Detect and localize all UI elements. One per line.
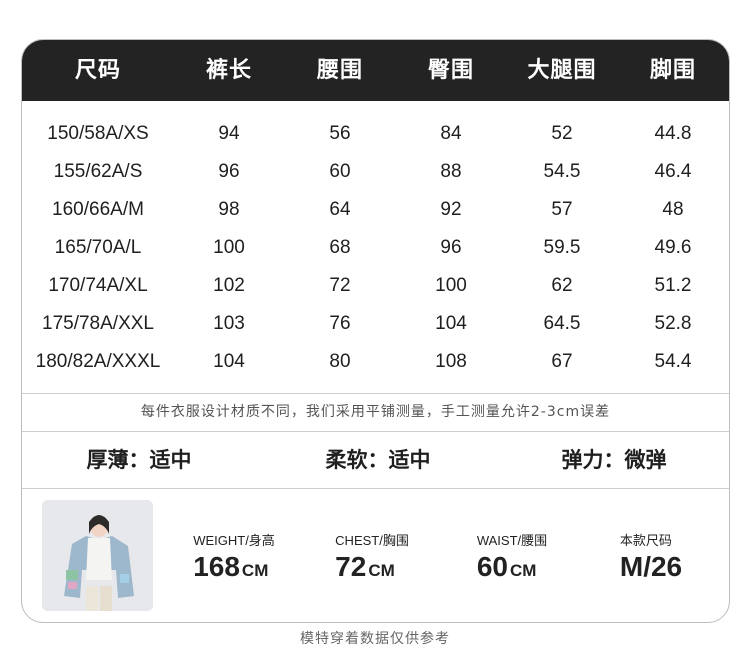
table-row: 160/66A/M 98 64 92 57 48 (22, 191, 729, 229)
header-thigh: 大腿围 (527, 58, 597, 83)
cell-thigh: 52 (551, 123, 573, 144)
cell-hip: 96 (440, 237, 462, 258)
stat-value: 72 CM (335, 551, 395, 582)
model-photo (42, 500, 153, 611)
cell-hem: 49.6 (654, 237, 692, 258)
stat-label: WEIGHT/身高 (193, 533, 275, 548)
cell-waist: 72 (329, 275, 351, 296)
cell-size: 180/82A/XXXL (35, 351, 161, 372)
stat-value: M/26 (619, 551, 683, 582)
cell-size: 175/78A/XXL (42, 313, 154, 334)
cell-hip: 104 (435, 313, 467, 334)
table-header: 尺码 裤长 腰围 臀围 大腿围 脚围 (22, 40, 729, 101)
header-waist: 腰围 (316, 58, 364, 83)
cell-size: 165/70A/L (54, 237, 142, 258)
cell-hem: 44.8 (654, 123, 692, 144)
stat-value: 60 CM (476, 551, 537, 582)
cell-thigh: 54.5 (543, 161, 581, 182)
table-row: 170/74A/XL 102 72 100 62 51.2 (22, 267, 729, 305)
cell-size: 155/62A/S (53, 161, 143, 182)
softness-property: 柔软：适中 (325, 448, 431, 472)
table-row: 175/78A/XXL 103 76 104 64.5 52.8 (22, 305, 729, 343)
stat-label: CHEST/胸围 (335, 533, 409, 548)
cell-size: 170/74A/XL (48, 275, 148, 296)
table-row: 180/82A/XXXL 104 80 108 67 54.4 (22, 343, 729, 381)
elasticity-property: 弹力：微弹 (561, 448, 667, 472)
cell-waist: 80 (329, 351, 351, 372)
cell-hem: 52.8 (654, 313, 692, 334)
cell-hip: 84 (440, 123, 462, 144)
cell-thigh: 62 (551, 275, 573, 296)
header-pant-length: 裤长 (205, 58, 253, 83)
cell-hip: 92 (440, 199, 462, 220)
header-hem: 脚围 (649, 58, 697, 83)
header-size: 尺码 (74, 58, 122, 83)
header-hip: 臀围 (427, 58, 475, 83)
stat-label: 本款尺码 (619, 533, 672, 548)
cell-size: 150/58A/XS (47, 123, 149, 144)
stat-chest: CHEST/胸围 72 CM (335, 530, 409, 583)
model-photo-illustration (42, 500, 153, 611)
table-row: 165/70A/L 100 68 96 59.5 49.6 (22, 229, 729, 267)
table-row: 150/58A/XS 94 56 84 52 44.8 (22, 115, 729, 153)
cell-hip: 88 (440, 161, 462, 182)
cell-waist: 60 (329, 161, 351, 182)
stat-waist: WAIST/腰围 60 CM (477, 530, 547, 583)
size-chart-card: 尺码 裤长 腰围 臀围 大腿围 脚围 150/58A/XS 94 56 84 5… (21, 39, 730, 623)
table-body: 150/58A/XS 94 56 84 52 44.8 155/62A/S 96… (22, 115, 729, 381)
cell-pant-length: 100 (213, 237, 245, 258)
cell-waist: 68 (329, 237, 351, 258)
cell-thigh: 57 (551, 199, 573, 220)
divider (22, 488, 729, 489)
cell-waist: 64 (329, 199, 351, 220)
stat-label: WAIST/腰围 (476, 533, 548, 548)
cell-waist: 56 (329, 123, 351, 144)
measurement-note: 每件衣服设计材质不同，我们采用平铺测量，手工测量允许2-3cm误差 (140, 404, 611, 420)
cell-thigh: 67 (551, 351, 573, 372)
cell-pant-length: 94 (218, 123, 240, 144)
cell-hem: 51.2 (654, 275, 692, 296)
cell-waist: 76 (329, 313, 351, 334)
cell-pant-length: 98 (218, 199, 240, 220)
cell-hem: 54.4 (654, 351, 692, 372)
footer-note: 模特穿着数据仅供参考 (300, 631, 450, 647)
cell-pant-length: 103 (213, 313, 245, 334)
thickness-property: 厚薄：适中 (86, 448, 192, 472)
cell-hem: 46.4 (654, 161, 692, 182)
cell-hip: 108 (435, 351, 467, 372)
cell-pant-length: 96 (218, 161, 240, 182)
cell-hem: 48 (662, 199, 684, 220)
table-row: 155/62A/S 96 60 88 54.5 46.4 (22, 153, 729, 191)
cell-size: 160/66A/M (52, 199, 144, 220)
stat-value: 168 CM (193, 551, 269, 582)
stat-size: 本款尺码 M/26 (620, 530, 684, 583)
stat-height: WEIGHT/身高 168 CM (193, 530, 275, 583)
cell-hip: 100 (435, 275, 467, 296)
cell-thigh: 64.5 (543, 313, 581, 334)
cell-pant-length: 102 (213, 275, 245, 296)
cell-pant-length: 104 (213, 351, 245, 372)
cell-thigh: 59.5 (543, 237, 581, 258)
